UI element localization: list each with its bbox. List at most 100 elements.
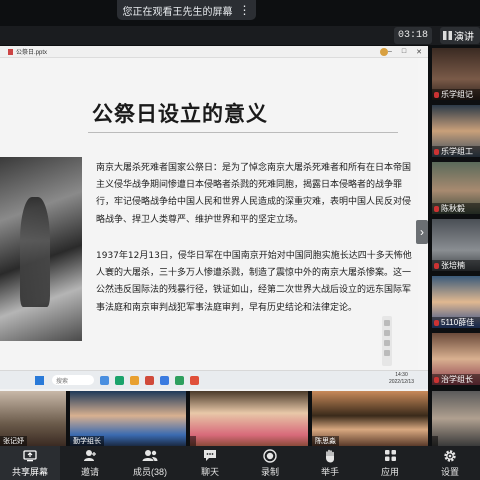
taskbar-time: 14:30	[395, 372, 408, 378]
meeting-toolbar: 共享屏幕 邀请 成员(38) 聊天 录制 举手 应用 设置	[0, 446, 480, 480]
participant-tile[interactable]: 乐学组记	[432, 48, 480, 100]
title-divider	[88, 132, 398, 133]
shared-screen[interactable]: 公祭日.pptx – □ ✕ 公祭日设立的意义 南京大屠杀死难者国家公祭日：是为…	[0, 46, 428, 391]
ppt-file-icon	[8, 48, 13, 55]
share-screen-label: 共享屏幕	[11, 467, 48, 477]
chat-button[interactable]: 聊天	[180, 446, 240, 480]
windows-start-icon[interactable]	[35, 375, 44, 385]
settings-label: 设置	[440, 467, 459, 477]
ppt-user-avatar	[380, 48, 388, 56]
grid-icon	[443, 31, 452, 40]
raise-hand-icon	[322, 448, 338, 463]
apps-grid-icon	[382, 448, 398, 463]
gallery-tile[interactable]	[190, 391, 308, 446]
gallery-name	[432, 436, 438, 446]
mic-muted-icon	[434, 91, 439, 98]
apps-label: 应用	[380, 467, 399, 477]
participant-name-bar: 治学组长	[432, 374, 480, 385]
settings-button[interactable]: 设置	[420, 446, 480, 480]
members-label: 成员(38)	[132, 467, 167, 477]
meeting-window: 您正在观看王先生的屏幕 ⋮ 03:18 演讲 公祭日.pptx – □ ✕ 公祭…	[0, 0, 480, 480]
viewing-banner-text: 您正在观看王先生的屏幕	[122, 6, 233, 18]
participant-name: 乐学组工	[441, 147, 473, 156]
taskbar-date: 2022/12/13	[388, 379, 414, 385]
invite-label: 邀请	[80, 467, 99, 477]
invite-icon	[82, 448, 98, 463]
ppt-window-titlebar: 公祭日.pptx – □ ✕	[0, 46, 428, 58]
chat-icon	[202, 448, 218, 463]
gallery-tile[interactable]: 张记妤	[0, 391, 66, 446]
ppt-app-icon[interactable]	[145, 375, 154, 385]
slide: 公祭日设立的意义 南京大屠杀死难者国家公祭日：是为了悼念南京大屠杀死难者和所有在…	[0, 58, 418, 370]
app-icon[interactable]	[190, 375, 199, 385]
participant-column: 乐学组记 乐学组工 陈秋毅 张培楠 5110薛佳 治学组长	[432, 48, 480, 388]
raise-hand-label: 举手	[320, 467, 339, 477]
taskbar-search-placeholder: 搜索	[56, 378, 69, 385]
participant-tile[interactable]: 乐学组工	[432, 105, 480, 157]
apps-button[interactable]: 应用	[360, 446, 420, 480]
gallery-tile[interactable]: 陈思淼	[312, 391, 428, 446]
record-button[interactable]: 录制	[240, 446, 300, 480]
viewing-banner: 您正在观看王先生的屏幕 ⋮	[117, 0, 256, 20]
participant-name: 张培楠	[441, 261, 465, 270]
mic-muted-icon	[434, 376, 439, 383]
participant-name-bar: 张培楠	[432, 260, 480, 271]
close-icon[interactable]: ✕	[416, 48, 422, 56]
participant-name: 5110薛佳	[441, 318, 475, 327]
share-screen-button[interactable]: 共享屏幕	[0, 446, 60, 480]
members-button[interactable]: 成员(38)	[120, 446, 180, 480]
participant-name-bar: 陈秋毅	[432, 203, 480, 214]
participant-name-bar: 乐学组记	[432, 89, 480, 100]
chat-label: 聊天	[200, 467, 219, 477]
mic-muted-icon	[434, 319, 439, 326]
wechat-icon[interactable]	[175, 375, 184, 385]
folder-icon[interactable]	[130, 375, 139, 385]
gallery-name: 张记妤	[0, 436, 27, 446]
meeting-app-icon[interactable]	[160, 375, 169, 385]
taskbar-clock: 14:30 2022/12/13	[389, 372, 414, 386]
members-icon	[142, 448, 158, 463]
video-gallery: 张记妤 勤学组长 陈思淼	[0, 391, 480, 446]
presenter-view-button[interactable]: 演讲	[440, 27, 480, 44]
participant-name-bar: 乐学组工	[432, 146, 480, 157]
next-slide-arrow-icon[interactable]: ›	[416, 220, 428, 244]
mic-muted-icon	[434, 148, 439, 155]
mic-muted-icon	[434, 262, 439, 269]
gallery-tile[interactable]: 勤学组长	[70, 391, 186, 446]
slide-area: 公祭日设立的意义 南京大屠杀死难者国家公祭日：是为了悼念南京大屠杀死难者和所有在…	[0, 58, 428, 370]
file-explorer-icon[interactable]	[100, 375, 109, 385]
participant-tile[interactable]: 陈秋毅	[432, 162, 480, 214]
maximize-icon[interactable]: □	[402, 48, 406, 56]
presenter-view-label: 演讲	[454, 32, 474, 43]
slide-paragraph-1: 南京大屠杀死难者国家公祭日：是为了悼念南京大屠杀死难者和所有在日本帝国主义侵华战…	[96, 163, 412, 225]
share-screen-icon	[22, 448, 38, 463]
remote-taskbar: 搜索 14:30 2022/12/13	[0, 371, 428, 389]
edge-browser-icon[interactable]	[115, 375, 124, 385]
gallery-name: 勤学组长	[70, 436, 104, 446]
participant-tile[interactable]: 治学组长	[432, 333, 480, 385]
gallery-tile[interactable]	[432, 391, 480, 446]
slide-paragraph-2: 1937年12月13日，侵华日军在中国南京开始对中国同胞实施长达四十多天怖他人寰…	[96, 251, 412, 313]
participant-name: 陈秋毅	[441, 204, 465, 213]
mic-muted-icon	[434, 205, 439, 212]
memorial-sculpture-image	[0, 157, 82, 341]
invite-button[interactable]: 邀请	[60, 446, 120, 480]
slide-tool-strip[interactable]	[382, 316, 392, 366]
raise-hand-button[interactable]: 举手	[300, 446, 360, 480]
gallery-name	[190, 436, 196, 446]
participant-name: 乐学组记	[441, 90, 473, 99]
gear-icon	[442, 448, 458, 463]
participant-name: 治学组长	[441, 375, 473, 384]
participant-tile[interactable]: 5110薛佳	[432, 276, 480, 328]
more-icon[interactable]: ⋮	[239, 3, 251, 17]
gallery-name: 陈思淼	[312, 436, 339, 446]
record-icon	[262, 448, 278, 463]
taskbar-search[interactable]: 搜索	[52, 375, 94, 385]
ppt-file-name: 公祭日.pptx	[16, 50, 48, 56]
participant-name-bar: 5110薛佳	[432, 317, 480, 328]
meeting-timer: 03:18	[394, 27, 432, 44]
participant-tile[interactable]: 张培楠	[432, 219, 480, 271]
minimize-icon[interactable]: –	[388, 48, 392, 56]
record-label: 录制	[260, 467, 279, 477]
slide-title: 公祭日设立的意义	[92, 102, 268, 126]
